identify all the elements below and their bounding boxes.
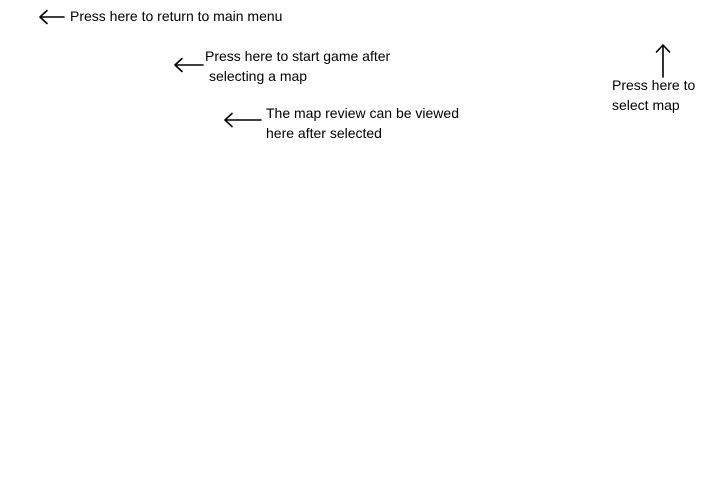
start-game-hint-line-2: selecting a map: [209, 68, 308, 84]
left-arrow-icon: [38, 9, 66, 25]
select-map-hint-line-1: Press here to: [612, 77, 696, 93]
up-arrow-icon: [653, 43, 673, 79]
left-arrow-icon: [173, 57, 205, 73]
start-game-hint-line-1: Press here to start game after: [205, 48, 391, 64]
return-to-menu-hint: Press here to return to main menu: [70, 8, 283, 24]
select-map-hint-line-2: select map: [612, 97, 680, 113]
map-preview-hint-line-1: The map review can be viewed: [266, 105, 459, 121]
left-arrow-icon: [223, 112, 263, 128]
map-preview-hint-line-2: here after selected: [266, 125, 382, 141]
